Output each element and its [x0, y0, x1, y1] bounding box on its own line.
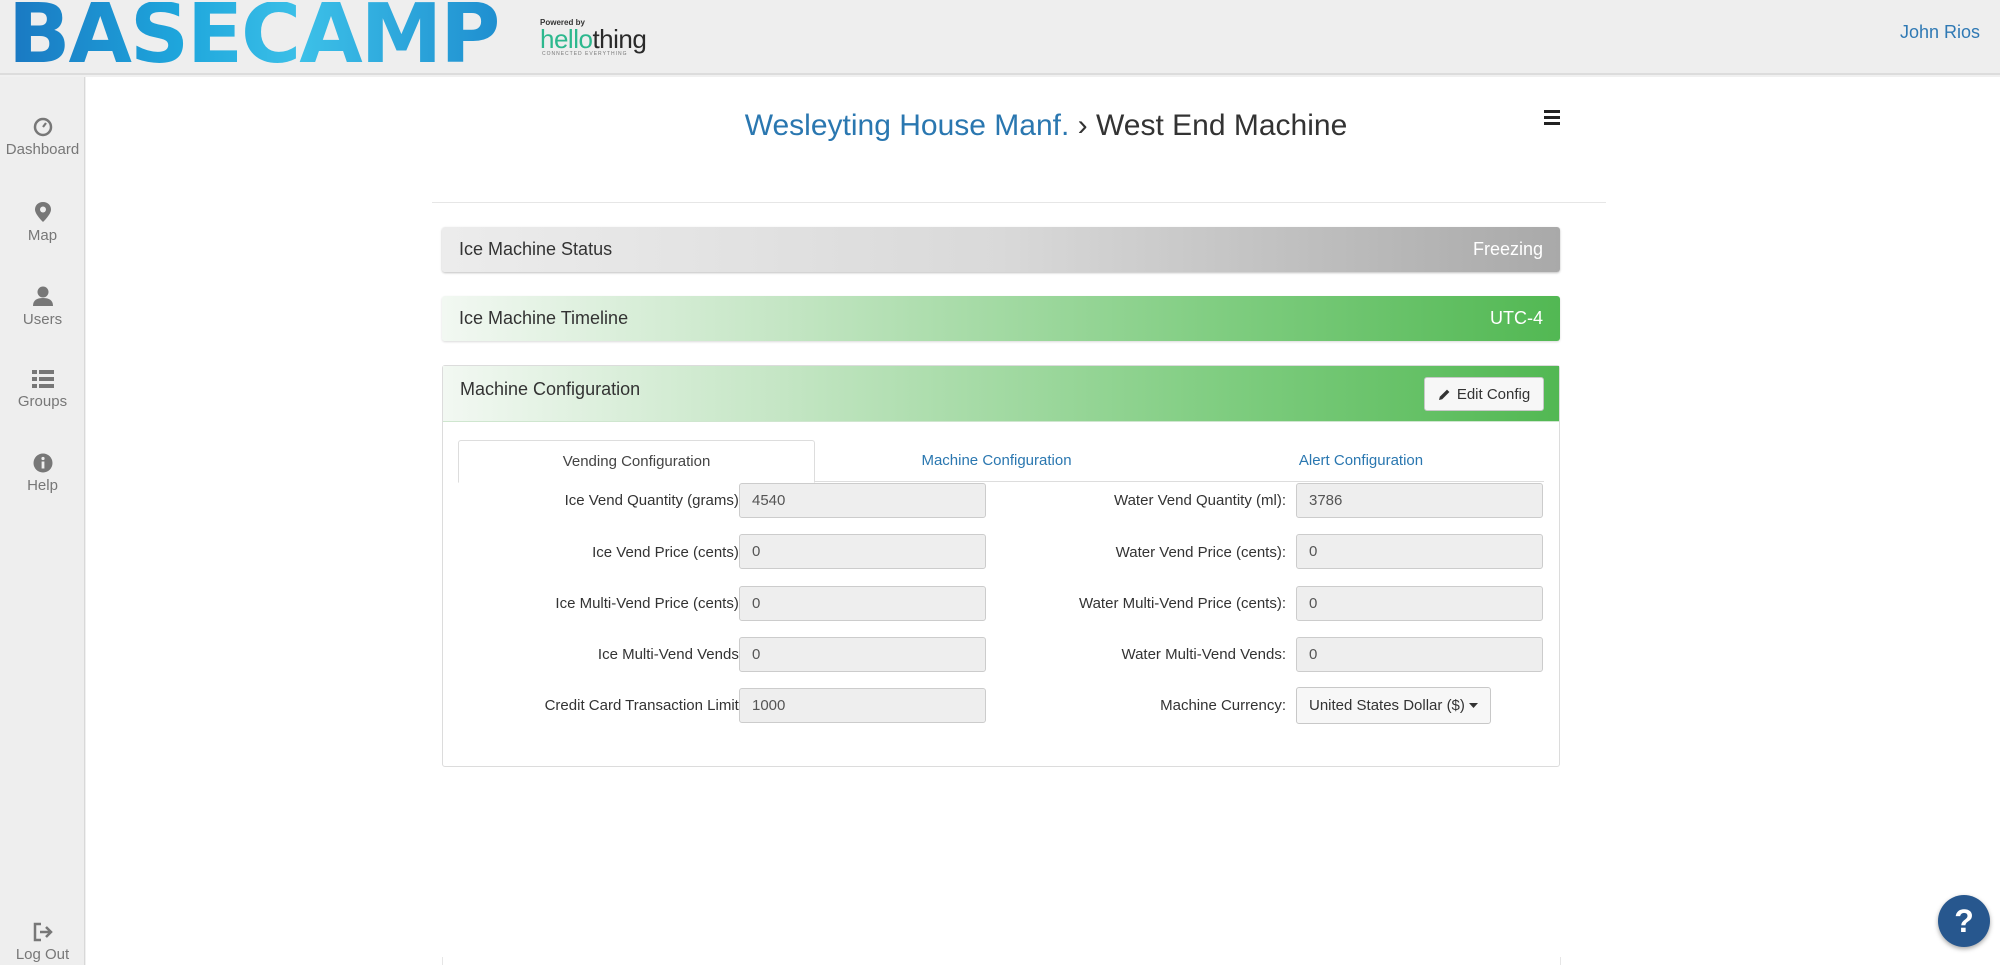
- footer-divider-right: [1560, 957, 1561, 965]
- ice-multi-vend-vends-label: Ice Multi-Vend Vends:: [597, 646, 743, 663]
- hellothing-tagline: CONNECTED EVERYTHING: [542, 51, 628, 57]
- sidebar: Dashboard Map Users Groups Help Log Out: [0, 77, 85, 965]
- water-multi-vend-vends-field[interactable]: [1296, 637, 1543, 672]
- panel-title: Ice Machine Status: [459, 239, 613, 259]
- breadcrumb: Wesleyting House Manf. › West End Machin…: [646, 109, 1446, 143]
- logout-icon: [33, 922, 53, 942]
- ice-machine-timeline-panel[interactable]: Ice Machine Timeline UTC-4: [442, 296, 1560, 341]
- powered-by-logo: Powered by hellothing CONNECTED EVERYTHI…: [540, 18, 650, 58]
- sidebar-item-label: Help: [27, 477, 58, 494]
- water-multi-vend-vends-label: Water Multi-Vend Vends:: [1121, 646, 1286, 663]
- map-marker-icon: [34, 202, 51, 222]
- ice-vend-quantity-field[interactable]: [739, 483, 986, 518]
- sidebar-item-label: Dashboard: [5, 141, 80, 158]
- tab-machine-configuration[interactable]: Machine Configuration: [815, 440, 1178, 483]
- panel-title: Machine Configuration: [460, 379, 641, 399]
- water-vend-price-label: Water Vend Price (cents):: [1115, 544, 1286, 561]
- footer-divider-left: [442, 957, 443, 965]
- timezone-value: UTC-4: [1490, 308, 1543, 328]
- sidebar-item-users[interactable]: Users: [0, 285, 85, 328]
- ice-vend-price-field[interactable]: [739, 534, 986, 569]
- list-icon: [31, 370, 54, 388]
- caret-down-icon: [1468, 702, 1478, 708]
- top-bar: BASECAMP Powered by hellothing CONNECTED…: [0, 0, 2000, 76]
- sidebar-item-dashboard[interactable]: Dashboard: [0, 117, 85, 158]
- edit-config-button[interactable]: Edit Config: [1424, 377, 1544, 411]
- ice-vend-quantity-label: Ice Vend Quantity (grams):: [564, 492, 743, 509]
- user-icon: [32, 286, 53, 306]
- header-divider: [432, 202, 1606, 203]
- sidebar-item-help[interactable]: Help: [0, 453, 85, 494]
- water-vend-quantity-field[interactable]: [1296, 483, 1543, 518]
- sidebar-item-logout[interactable]: Log Out: [0, 922, 85, 963]
- dashboard-icon: [33, 117, 52, 137]
- status-value: Freezing: [1472, 239, 1543, 259]
- water-multi-vend-price-field[interactable]: [1296, 586, 1543, 621]
- ice-multi-vend-price-field[interactable]: [739, 586, 986, 621]
- credit-card-limit-label: Credit Card Transaction Limit:: [544, 697, 743, 714]
- sidebar-item-groups[interactable]: Groups: [0, 369, 85, 410]
- user-menu[interactable]: John Rios: [1900, 22, 1980, 43]
- sidebar-item-label: Map: [27, 227, 58, 244]
- machine-configuration-panel: Machine Configuration Edit Config Vendin…: [442, 365, 1560, 767]
- breadcrumb-parent-link[interactable]: Wesleyting House Manf.: [745, 109, 1070, 142]
- tab-alert-configuration[interactable]: Alert Configuration: [1178, 440, 1544, 483]
- breadcrumb-current: West End Machine: [1096, 109, 1348, 142]
- currency-selected-value: United States Dollar ($): [1309, 697, 1465, 714]
- breadcrumb-separator: ›: [1077, 109, 1088, 142]
- config-tabs: Vending Configuration Machine Configurat…: [458, 440, 1544, 483]
- panel-title: Ice Machine Timeline: [459, 308, 629, 328]
- info-icon: [33, 453, 52, 473]
- machine-currency-label: Machine Currency:: [1160, 697, 1286, 714]
- hamburger-menu-icon[interactable]: [1544, 110, 1560, 126]
- credit-card-limit-field[interactable]: [739, 688, 986, 723]
- main-content: Wesleyting House Manf. › West End Machin…: [86, 77, 2000, 965]
- edit-config-label: Edit Config: [1456, 385, 1531, 403]
- water-multi-vend-price-label: Water Multi-Vend Price (cents):: [1078, 595, 1286, 612]
- ice-multi-vend-price-label: Ice Multi-Vend Price (cents):: [555, 595, 743, 612]
- basecamp-logo[interactable]: BASECAMP: [8, 0, 500, 76]
- pencil-icon: [1438, 389, 1450, 400]
- ice-multi-vend-vends-field[interactable]: [739, 637, 986, 672]
- help-chat-button[interactable]: ?: [1938, 895, 1990, 947]
- currency-select[interactable]: United States Dollar ($): [1296, 687, 1491, 724]
- tab-vending-configuration[interactable]: Vending Configuration: [458, 440, 815, 483]
- config-panel-header: Machine Configuration Edit Config: [443, 366, 1559, 422]
- ice-machine-status-panel[interactable]: Ice Machine Status Freezing: [442, 227, 1560, 272]
- water-vend-price-field[interactable]: [1296, 534, 1543, 569]
- sidebar-item-label: Log Out: [15, 946, 70, 963]
- sidebar-item-map[interactable]: Map: [0, 201, 85, 244]
- water-vend-quantity-label: Water Vend Quantity (ml):: [1113, 492, 1286, 509]
- sidebar-item-label: Users: [22, 311, 63, 328]
- sidebar-item-label: Groups: [17, 393, 68, 410]
- ice-vend-price-label: Ice Vend Price (cents):: [592, 544, 743, 561]
